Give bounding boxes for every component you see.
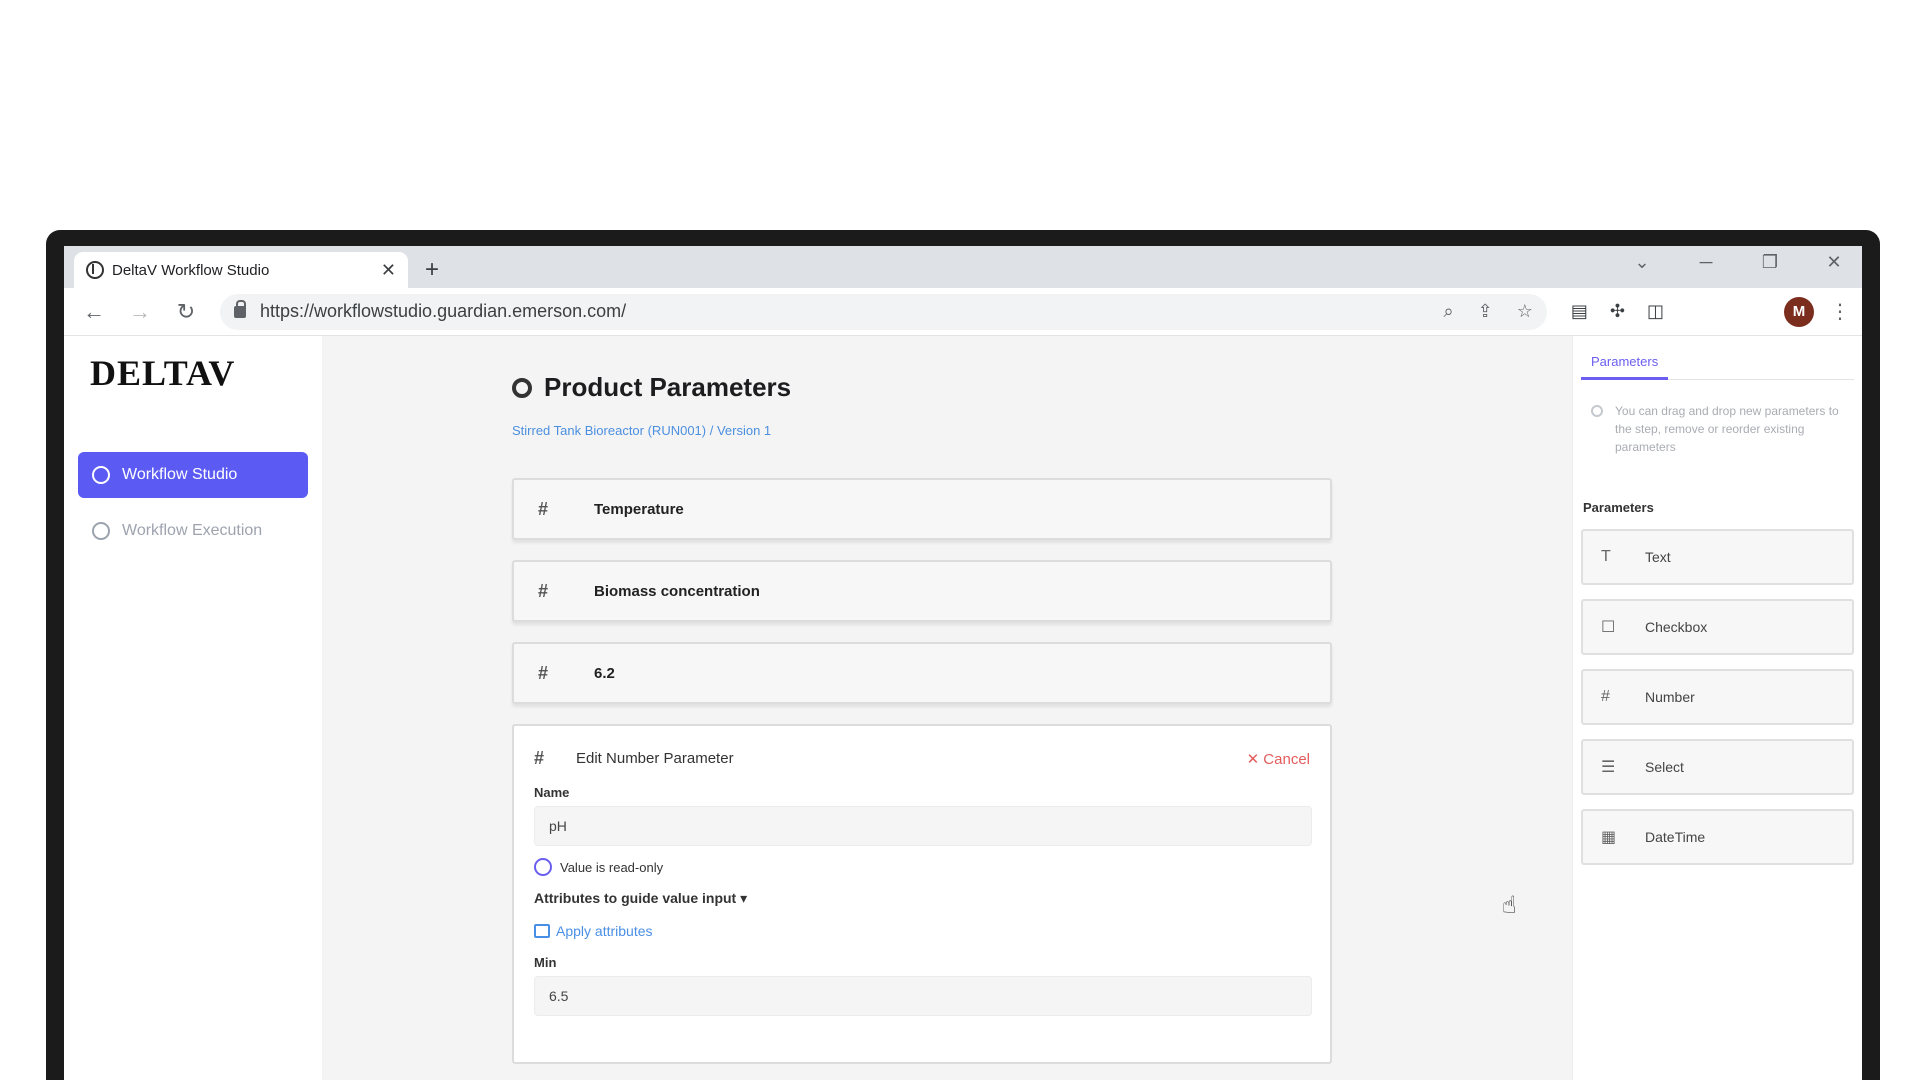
name-field[interactable]: pH xyxy=(534,806,1312,846)
readonly-label: Value is read-only xyxy=(560,859,664,875)
right-panel: Parameters You can drag and drop new par… xyxy=(1572,336,1862,1080)
restore-button[interactable]: ❐ xyxy=(1752,252,1788,273)
apply-attributes-label: Apply attributes xyxy=(556,923,653,939)
edit-number-parameter-card: # Edit Number Parameter ✕ Cancel Name pH… xyxy=(512,724,1332,1064)
text-type-icon: T xyxy=(1601,548,1611,565)
parameter-type-datetime[interactable]: ▦ DateTime xyxy=(1581,809,1854,865)
browser-toolbar: ← → ↻ https://workflowstudio.guardian.em… xyxy=(64,288,1862,336)
window-controls: ⌄ ─ ❐ ✕ xyxy=(1624,252,1852,273)
main-content: Product Parameters Stirred Tank Bioreact… xyxy=(322,336,1572,1080)
bookmark-star-icon[interactable]: ☆ xyxy=(1517,301,1533,322)
browser-tab[interactable]: DeltaV Workflow Studio ✕ xyxy=(74,252,408,288)
page-header: Product Parameters xyxy=(512,372,1572,403)
sidebar-item-workflow-execution[interactable]: Workflow Execution xyxy=(78,508,308,554)
extension-icons: ▤ ✣ ◫ xyxy=(1571,301,1664,322)
name-label: Name xyxy=(534,785,570,800)
url-text[interactable]: https://workflowstudio.guardian.emerson.… xyxy=(260,301,1420,322)
number-type-icon: # xyxy=(1601,688,1610,705)
number-type-icon: # xyxy=(538,662,549,683)
parameter-card-biomass[interactable]: # Biomass concentration xyxy=(512,560,1332,622)
minimize-button[interactable]: ─ xyxy=(1688,252,1724,273)
sidebar-item-label: Workflow Studio xyxy=(122,466,238,483)
deltav-logo: DELTAV xyxy=(90,353,236,393)
number-type-icon: # xyxy=(534,748,545,768)
parameter-name: Biomass concentration xyxy=(594,582,760,600)
parameters-section-title: Parameters xyxy=(1583,500,1654,515)
sidebar-nav: Workflow Studio Workflow Execution xyxy=(78,452,308,554)
screen: DeltaV Workflow Studio ✕ + ⌄ ─ ❐ ✕ ← → ↻… xyxy=(64,246,1862,1080)
select-type-icon: ☰ xyxy=(1601,759,1616,776)
parameter-name: Temperature xyxy=(594,500,684,518)
parameter-type-select[interactable]: ☰ Select xyxy=(1581,739,1854,795)
drag-hint-text: You can drag and drop new parameters to … xyxy=(1615,404,1839,454)
parameter-type-label: Number xyxy=(1645,689,1695,705)
zoom-icon[interactable]: ⌕ xyxy=(1444,301,1454,322)
app-area: DELTAV Workflow Studio Workflow Executio… xyxy=(64,336,1862,1080)
monitor-bezel: DeltaV Workflow Studio ✕ + ⌄ ─ ❐ ✕ ← → ↻… xyxy=(46,230,1880,1080)
number-type-icon: # xyxy=(538,580,549,601)
lock-icon[interactable] xyxy=(234,299,246,318)
datetime-type-icon: ▦ xyxy=(1601,829,1617,846)
side-panel-icon[interactable]: ◫ xyxy=(1647,301,1664,322)
info-icon xyxy=(1591,405,1603,417)
extension-icon[interactable]: ▤ xyxy=(1571,301,1588,322)
tab-title: DeltaV Workflow Studio xyxy=(112,261,270,279)
drag-hint: You can drag and drop new parameters to … xyxy=(1581,402,1854,456)
apply-attributes-icon xyxy=(534,924,550,938)
parameter-card-temperature[interactable]: # Temperature xyxy=(512,478,1332,540)
mouse-cursor-icon: ☝ xyxy=(1502,892,1517,919)
parameter-name: 6.2 xyxy=(594,664,615,682)
parameter-type-checkbox[interactable]: ☐ Checkbox xyxy=(1581,599,1854,655)
close-window-button[interactable]: ✕ xyxy=(1816,252,1852,273)
sidebar-item-label: Workflow Execution xyxy=(122,522,263,539)
readonly-radio[interactable] xyxy=(534,858,552,876)
breadcrumb[interactable]: Stirred Tank Bioreactor (RUN001) / Versi… xyxy=(512,423,1572,438)
profile-avatar[interactable]: M xyxy=(1784,296,1814,327)
puzzle-icon[interactable]: ✣ xyxy=(1610,301,1625,322)
browser-menu-icon[interactable]: ⋮ xyxy=(1830,299,1850,324)
number-type-icon: # xyxy=(538,498,549,519)
page-title: Product Parameters xyxy=(544,372,792,402)
back-button[interactable]: ← xyxy=(76,294,112,330)
attributes-toggle[interactable]: Attributes to guide value input ▾ xyxy=(534,890,1310,907)
checkbox-type-icon: ☐ xyxy=(1601,619,1616,636)
parameter-type-number[interactable]: # Number xyxy=(1581,669,1854,725)
parameter-type-label: Select xyxy=(1645,759,1684,775)
edit-card-title: Edit Number Parameter xyxy=(576,750,734,767)
deltav-favicon-icon xyxy=(86,261,104,279)
new-tab-button[interactable]: + xyxy=(414,252,450,288)
workflow-execution-icon xyxy=(92,522,110,540)
tab-close-icon[interactable]: ✕ xyxy=(381,260,396,281)
readonly-option[interactable]: Value is read-only xyxy=(534,858,1310,876)
min-field[interactable]: 6.5 xyxy=(534,976,1312,1016)
sidebar: DELTAV Workflow Studio Workflow Executio… xyxy=(64,336,322,1080)
forward-button[interactable]: → xyxy=(122,294,158,330)
tab-parameters[interactable]: Parameters xyxy=(1581,346,1669,380)
parameter-card-6-2[interactable]: # 6.2 xyxy=(512,642,1332,704)
share-icon[interactable]: ⇪ xyxy=(1478,301,1493,322)
address-bar[interactable]: https://workflowstudio.guardian.emerson.… xyxy=(220,293,1547,330)
parameter-list: # Temperature # Biomass concentration # … xyxy=(512,478,1332,1064)
parameter-type-label: DateTime xyxy=(1645,829,1706,845)
parameter-type-label: Text xyxy=(1645,549,1671,565)
edit-card-header: # Edit Number Parameter ✕ Cancel xyxy=(534,748,1310,769)
tab-search-icon[interactable]: ⌄ xyxy=(1624,252,1660,273)
apply-attributes-link[interactable]: Apply attributes xyxy=(534,923,1310,939)
min-label: Min xyxy=(534,955,557,970)
cancel-button[interactable]: ✕ Cancel xyxy=(1247,750,1310,768)
gear-icon xyxy=(512,377,532,398)
parameter-type-label: Checkbox xyxy=(1645,619,1708,635)
browser-tabbar: DeltaV Workflow Studio ✕ + ⌄ ─ ❐ ✕ xyxy=(64,246,1862,288)
parameter-type-text[interactable]: T Text xyxy=(1581,529,1854,585)
sidebar-item-workflow-studio[interactable]: Workflow Studio xyxy=(78,452,308,498)
workflow-studio-icon xyxy=(92,466,110,484)
reload-button[interactable]: ↻ xyxy=(168,294,204,330)
